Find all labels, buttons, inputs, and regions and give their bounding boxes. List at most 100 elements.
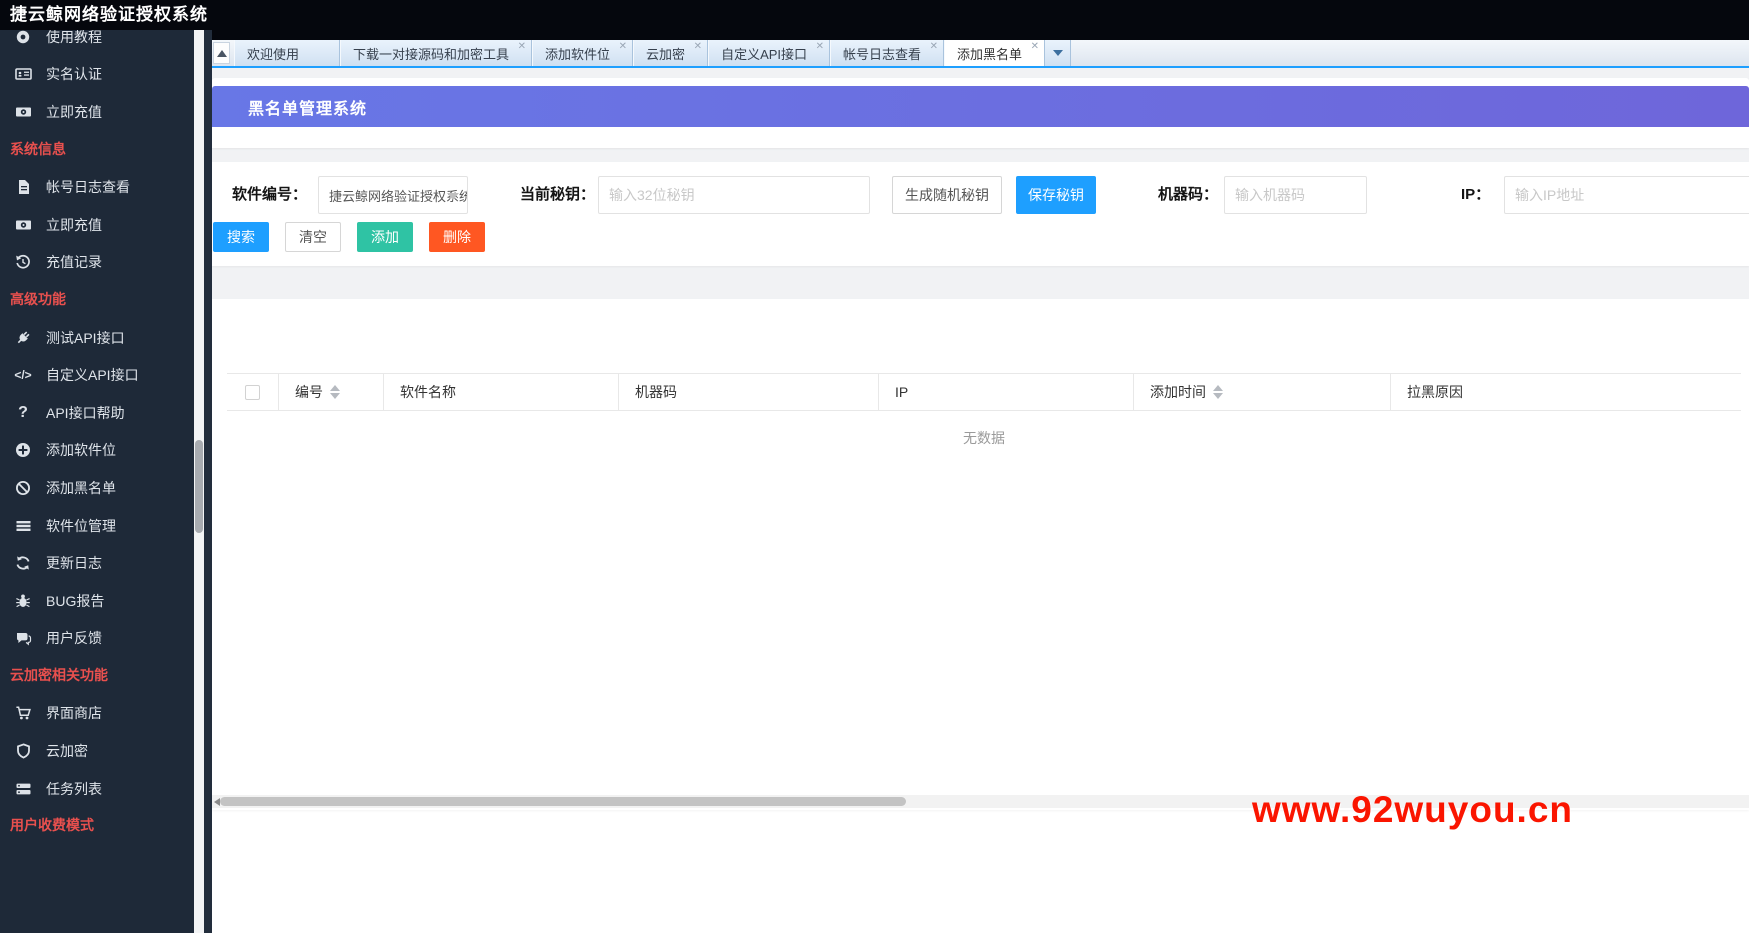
sidebar-item-account-log[interactable]: 帐号日志查看 bbox=[0, 168, 204, 206]
sidebar-item-recharge2[interactable]: 立即充值 bbox=[0, 206, 204, 244]
sidebar-item-test-api[interactable]: 测试API接口 bbox=[0, 319, 204, 357]
sidebar-item-label: 添加软件位 bbox=[46, 440, 116, 460]
sort-arrows-icon[interactable] bbox=[330, 385, 340, 399]
sidebar-item-label: 云加密 bbox=[46, 741, 88, 761]
sidebar-item-recharge[interactable]: 立即充值 bbox=[0, 93, 204, 131]
chevron-down-icon bbox=[1053, 50, 1063, 56]
page-banner: 黑名单管理系统 bbox=[212, 86, 1749, 127]
save-key-button[interactable]: 保存秘钥 bbox=[1016, 176, 1096, 214]
header-cell-ban-reason: 拉黑原因 bbox=[1391, 374, 1741, 410]
chevron-down-icon bbox=[447, 193, 459, 200]
tab-overflow-dropdown[interactable] bbox=[1045, 40, 1071, 66]
close-icon[interactable]: ✕ bbox=[694, 42, 702, 52]
column-label: 机器码 bbox=[635, 382, 677, 402]
sidebar-item-software-manage[interactable]: 软件位管理 bbox=[0, 507, 204, 545]
sidebar-item-api-help[interactable]: ? API接口帮助 bbox=[0, 394, 204, 432]
tab-label: 添加软件位 bbox=[545, 44, 610, 63]
sidebar-item-add-software[interactable]: 添加软件位 bbox=[0, 432, 204, 470]
question-icon: ? bbox=[12, 404, 34, 422]
tabstrip-top-shadow bbox=[204, 30, 1749, 40]
top-header-bar: 捷云鲸网络验证授权系统 bbox=[0, 0, 1749, 30]
tab-account-log[interactable]: 帐号日志查看 ✕ bbox=[830, 40, 944, 66]
scroll-up-button[interactable] bbox=[213, 42, 230, 64]
app-window: 捷云鲸网络验证授权系统 使用教程 实名认证 立即充值 bbox=[0, 0, 1749, 933]
tab-add-blacklist-active[interactable]: 添加黑名单 ✕ bbox=[944, 40, 1045, 66]
tab-label: 云加密 bbox=[646, 44, 685, 63]
tab-custom-api[interactable]: 自定义API接口 ✕ bbox=[708, 40, 830, 66]
sidebar-item-tutorial[interactable]: 使用教程 bbox=[0, 30, 204, 56]
header-cell-checkbox bbox=[227, 374, 279, 410]
blacklist-table: 编号 软件名称 机器码 IP 添加时间 拉黑原因 bbox=[227, 373, 1741, 448]
close-icon[interactable]: ✕ bbox=[816, 42, 824, 52]
sidebar-item-label: 帐号日志查看 bbox=[46, 177, 130, 197]
tab-label: 帐号日志查看 bbox=[843, 44, 921, 63]
table-header-row: 编号 软件名称 机器码 IP 添加时间 拉黑原因 bbox=[227, 373, 1741, 411]
history-icon bbox=[12, 253, 34, 271]
sidebar-item-label: 充值记录 bbox=[46, 252, 102, 272]
tab-download-sdk[interactable]: 下载一对接源码和加密工具 ✕ bbox=[340, 40, 532, 66]
plug-icon bbox=[12, 329, 34, 347]
close-icon[interactable]: ✕ bbox=[930, 42, 938, 52]
close-icon[interactable]: ✕ bbox=[1031, 42, 1039, 52]
sidebar-section-advanced: 高级功能 bbox=[0, 281, 204, 319]
tabs: 欢迎使用 下载一对接源码和加密工具 ✕ 添加软件位 ✕ 云加密 ✕ 自定义API… bbox=[234, 40, 1071, 66]
id-card-icon bbox=[12, 65, 34, 83]
table-empty-text: 无数据 bbox=[227, 411, 1741, 448]
ip-input[interactable] bbox=[1504, 176, 1749, 214]
sidebar-item-label: 任务列表 bbox=[46, 779, 102, 799]
delete-button[interactable]: 删除 bbox=[429, 222, 485, 252]
sidebar-item-label: 用户反馈 bbox=[46, 628, 102, 648]
sidebar-item-label: 使用教程 bbox=[46, 30, 102, 47]
sidebar-item-label: 自定义API接口 bbox=[46, 365, 139, 385]
sidebar-item-feedback[interactable]: 用户反馈 bbox=[0, 620, 204, 658]
sidebar-scrollbar-thumb[interactable] bbox=[195, 440, 203, 533]
sidebar-item-recharge-history[interactable]: 充值记录 bbox=[0, 244, 204, 282]
tab-welcome[interactable]: 欢迎使用 bbox=[234, 40, 340, 66]
sidebar-item-realname[interactable]: 实名认证 bbox=[0, 56, 204, 94]
current-key-input[interactable] bbox=[598, 176, 870, 214]
sidebar-item-ui-store[interactable]: 界面商店 bbox=[0, 695, 204, 733]
ban-icon bbox=[12, 479, 34, 497]
sidebar-item-label: 实名认证 bbox=[46, 64, 102, 84]
sidebar-item-task-list[interactable]: 任务列表 bbox=[0, 770, 204, 808]
tab-bar: 欢迎使用 下载一对接源码和加密工具 ✕ 添加软件位 ✕ 云加密 ✕ 自定义API… bbox=[212, 40, 1749, 66]
sidebar-section-cloud-encrypt: 云加密相关功能 bbox=[0, 657, 204, 695]
shield-icon bbox=[12, 742, 34, 760]
machine-code-input[interactable] bbox=[1224, 176, 1367, 214]
tab-add-software[interactable]: 添加软件位 ✕ bbox=[532, 40, 633, 66]
server-icon bbox=[12, 780, 34, 798]
sidebar-item-cloud-encrypt[interactable]: 云加密 bbox=[0, 732, 204, 770]
generate-key-button[interactable]: 生成随机秘钥 bbox=[892, 176, 1002, 214]
code-icon: </> bbox=[12, 366, 34, 384]
sidebar-item-label: 界面商店 bbox=[46, 703, 102, 723]
clear-button[interactable]: 清空 bbox=[285, 222, 341, 252]
column-label: 软件名称 bbox=[400, 382, 456, 402]
close-icon[interactable]: ✕ bbox=[619, 42, 627, 52]
header-cell-machine-code: 机器码 bbox=[619, 374, 879, 410]
tab-cloud-encrypt[interactable]: 云加密 ✕ bbox=[633, 40, 708, 66]
sort-arrows-icon[interactable] bbox=[1213, 385, 1223, 399]
header-cell-add-time: 添加时间 bbox=[1134, 374, 1391, 410]
search-button[interactable]: 搜索 bbox=[213, 222, 269, 252]
app-title: 捷云鲸网络验证授权系统 bbox=[0, 0, 1749, 30]
sidebar-section-billing-mode: 用户收费模式 bbox=[0, 807, 204, 845]
close-icon[interactable]: ✕ bbox=[518, 42, 526, 52]
sidebar-item-changelog[interactable]: 更新日志 bbox=[0, 544, 204, 582]
tab-label: 下载一对接源码和加密工具 bbox=[353, 44, 509, 63]
sidebar-item-bug-report[interactable]: BUG报告 bbox=[0, 582, 204, 620]
select-all-checkbox[interactable] bbox=[245, 385, 260, 400]
comment-icon bbox=[12, 629, 34, 647]
machine-code-label: 机器码： bbox=[1158, 176, 1218, 214]
sidebar-section-system-info: 系统信息 bbox=[0, 131, 204, 169]
sidebar-item-custom-api[interactable]: </> 自定义API接口 bbox=[0, 356, 204, 394]
site-watermark: www.92wuyou.cn bbox=[1252, 789, 1573, 831]
sidebar-item-label: 测试API接口 bbox=[46, 328, 125, 348]
column-label: IP bbox=[895, 384, 908, 400]
sidebar-item-add-blacklist[interactable]: 添加黑名单 bbox=[0, 469, 204, 507]
sidebar-menu: 使用教程 实名认证 立即充值 系统信息 帐号日志查看 bbox=[0, 30, 204, 845]
current-key-label: 当前秘钥： bbox=[520, 176, 595, 214]
software-id-select[interactable]: 捷云鲸网络验证授权系统 bbox=[318, 176, 468, 214]
horizontal-scrollbar-thumb[interactable] bbox=[220, 797, 906, 806]
banknote-icon bbox=[12, 103, 34, 121]
add-button[interactable]: 添加 bbox=[357, 222, 413, 252]
